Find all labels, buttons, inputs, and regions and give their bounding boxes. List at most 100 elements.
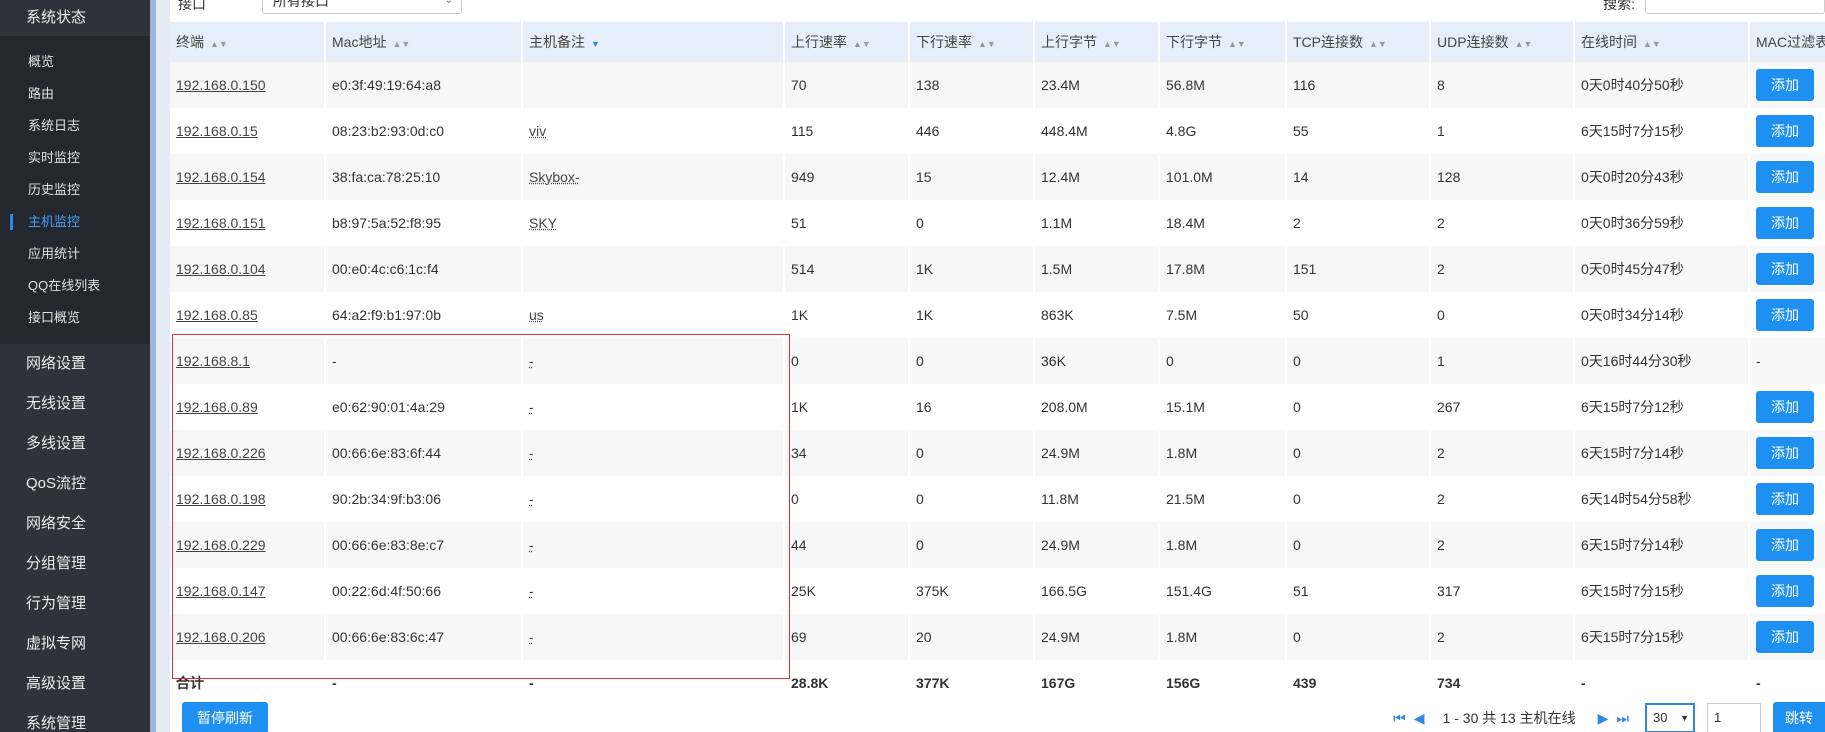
- sidebar-item-history-monitor[interactable]: 历史监控: [0, 174, 150, 206]
- cell-action: 添加: [1749, 568, 1825, 614]
- add-mac-filter-button[interactable]: 添加: [1756, 207, 1814, 239]
- col-header-up-bytes[interactable]: 上行字节 ▲▼: [1034, 22, 1160, 62]
- sidebar-menu-system-management[interactable]: 系统管理: [0, 704, 150, 732]
- sidebar-menu-group-management[interactable]: 分组管理: [0, 544, 150, 584]
- cell-up-bytes: 36K: [1034, 338, 1160, 384]
- sidebar-menu-network-settings[interactable]: 网络设置: [0, 344, 150, 384]
- host-note-link[interactable]: -: [529, 629, 534, 645]
- cell-action: 添加: [1749, 246, 1825, 292]
- host-note-link[interactable]: SKY: [529, 215, 557, 231]
- sidebar-item-overview[interactable]: 概览: [0, 46, 150, 78]
- cell-action: 添加: [1749, 430, 1825, 476]
- cell-udp: 2: [1430, 246, 1575, 292]
- add-mac-filter-button[interactable]: 添加: [1756, 391, 1814, 423]
- sidebar-menu-behavior-management[interactable]: 行为管理: [0, 584, 150, 624]
- cell-action: 添加: [1749, 476, 1825, 522]
- sidebar-menu-advanced-settings[interactable]: 高级设置: [0, 664, 150, 704]
- cell-udp: 128: [1430, 154, 1575, 200]
- sidebar-item-app-stats[interactable]: 应用统计: [0, 238, 150, 270]
- host-ip-link[interactable]: 192.168.0.150: [176, 77, 266, 93]
- prev-page-icon[interactable]: ◀: [1414, 710, 1425, 727]
- add-mac-filter-button[interactable]: 添加: [1756, 161, 1814, 193]
- col-header-tcp[interactable]: TCP连接数 ▲▼: [1286, 22, 1431, 62]
- host-note-link[interactable]: us: [529, 307, 544, 323]
- search-input[interactable]: [1645, 0, 1825, 14]
- host-ip-link[interactable]: 192.168.0.198: [176, 491, 266, 507]
- sidebar-item-host-monitor[interactable]: 主机监控: [0, 206, 150, 238]
- host-ip-link[interactable]: 192.168.0.154: [176, 169, 266, 185]
- cell-action: 添加: [1749, 292, 1825, 338]
- host-note-link[interactable]: viv: [529, 123, 546, 139]
- sidebar-item-system-log[interactable]: 系统日志: [0, 110, 150, 142]
- cell-down-bytes: 56.8M: [1159, 62, 1287, 108]
- add-mac-filter-button[interactable]: 添加: [1756, 437, 1814, 469]
- col-header-mac[interactable]: Mac地址 ▲▼: [325, 22, 523, 62]
- host-ip-link[interactable]: 192.168.0.226: [176, 445, 266, 461]
- col-header-udp[interactable]: UDP连接数 ▲▼: [1430, 22, 1575, 62]
- host-note-link[interactable]: -: [529, 353, 534, 369]
- col-header-label: 下行字节: [1166, 34, 1222, 50]
- page-number-input[interactable]: 1: [1707, 703, 1761, 732]
- sidebar-item-interface-overview[interactable]: 接口概览: [0, 302, 150, 334]
- cell-udp: 2: [1430, 430, 1575, 476]
- sidebar-item-realtime-monitor[interactable]: 实时监控: [0, 142, 150, 174]
- add-mac-filter-button[interactable]: 添加: [1756, 529, 1814, 561]
- add-mac-filter-button[interactable]: 添加: [1756, 69, 1814, 101]
- jump-button[interactable]: 跳转: [1773, 702, 1825, 732]
- sort-icon: ▲▼: [978, 39, 996, 49]
- sidebar-menu-multiline-settings[interactable]: 多线设置: [0, 424, 150, 464]
- cell-note: [522, 246, 785, 292]
- interface-select[interactable]: 所有接口 ⌄: [262, 0, 462, 14]
- host-ip-link[interactable]: 192.168.0.151: [176, 215, 266, 231]
- host-ip-link[interactable]: 192.168.0.15: [176, 123, 258, 139]
- last-page-icon[interactable]: ⏭: [1616, 710, 1629, 727]
- sidebar-menu-vpn[interactable]: 虚拟专网: [0, 624, 150, 664]
- col-header-online-time[interactable]: 在线时间 ▲▼: [1574, 22, 1750, 62]
- col-header-down-rate[interactable]: 下行速率 ▲▼: [909, 22, 1035, 62]
- host-ip-link[interactable]: 192.168.0.104: [176, 261, 266, 277]
- host-ip-link[interactable]: 192.168.0.229: [176, 537, 266, 553]
- cell-mac: b8:97:5a:52:f8:95: [325, 200, 523, 246]
- filter-row: 接口 所有接口 ⌄ 搜索:: [170, 0, 1825, 22]
- cell-up-bytes: 12.4M: [1034, 154, 1160, 200]
- add-mac-filter-button[interactable]: 添加: [1756, 621, 1814, 653]
- add-mac-filter-button[interactable]: 添加: [1756, 575, 1814, 607]
- host-ip-link[interactable]: 192.168.0.147: [176, 583, 266, 599]
- col-header-up-rate[interactable]: 上行速率 ▲▼: [784, 22, 910, 62]
- col-header-down-bytes[interactable]: 下行字节 ▲▼: [1159, 22, 1287, 62]
- col-header-terminal[interactable]: 终端 ▲▼: [170, 22, 326, 62]
- sidebar-menu-wireless-settings[interactable]: 无线设置: [0, 384, 150, 424]
- cell-up-rate: 1K: [784, 384, 910, 430]
- host-note-link[interactable]: -: [529, 491, 534, 507]
- col-header-label: Mac地址: [332, 34, 387, 50]
- pause-refresh-button[interactable]: 暂停刷新: [182, 702, 268, 732]
- sidebar-menu-network-security[interactable]: 网络安全: [0, 504, 150, 544]
- sidebar-item-route[interactable]: 路由: [0, 78, 150, 110]
- cell-up-bytes: 23.4M: [1034, 62, 1160, 108]
- sidebar-item-qq-online[interactable]: QQ在线列表: [0, 270, 150, 302]
- host-ip-link[interactable]: 192.168.0.85: [176, 307, 258, 323]
- host-note-link[interactable]: -: [529, 537, 534, 553]
- next-page-icon[interactable]: ▶: [1598, 710, 1609, 727]
- sidebar-group-system-status[interactable]: 系统状态: [0, 0, 150, 36]
- add-mac-filter-button[interactable]: 添加: [1756, 253, 1814, 285]
- add-mac-filter-button[interactable]: 添加: [1756, 115, 1814, 147]
- sidebar-menu-qos[interactable]: QoS流控: [0, 464, 150, 504]
- host-note-link[interactable]: Skybox-: [529, 169, 580, 185]
- add-mac-filter-button[interactable]: 添加: [1756, 483, 1814, 515]
- add-mac-filter-button[interactable]: 添加: [1756, 299, 1814, 331]
- cell-down-bytes: 1.8M: [1159, 614, 1287, 660]
- first-page-icon[interactable]: ⏮: [1393, 710, 1406, 727]
- host-ip-link[interactable]: 192.168.8.1: [176, 353, 250, 369]
- cell-online-time: 0天0时40分50秒: [1574, 62, 1750, 108]
- host-note-link[interactable]: -: [529, 583, 534, 599]
- page-size-select[interactable]: 30 ▼: [1645, 703, 1695, 732]
- host-ip-link[interactable]: 192.168.0.206: [176, 629, 266, 645]
- host-note-link[interactable]: -: [529, 445, 534, 461]
- host-note-link[interactable]: -: [529, 399, 534, 415]
- cell-note: -: [522, 568, 785, 614]
- host-ip-link[interactable]: 192.168.0.89: [176, 399, 258, 415]
- col-header-note[interactable]: 主机备注 ▼: [522, 22, 785, 62]
- table-row: 192.168.0.150 e0:3f:49:19:64:a8 70 138 23.4M…: [170, 62, 1825, 108]
- cell-down-rate: 20: [909, 614, 1035, 660]
